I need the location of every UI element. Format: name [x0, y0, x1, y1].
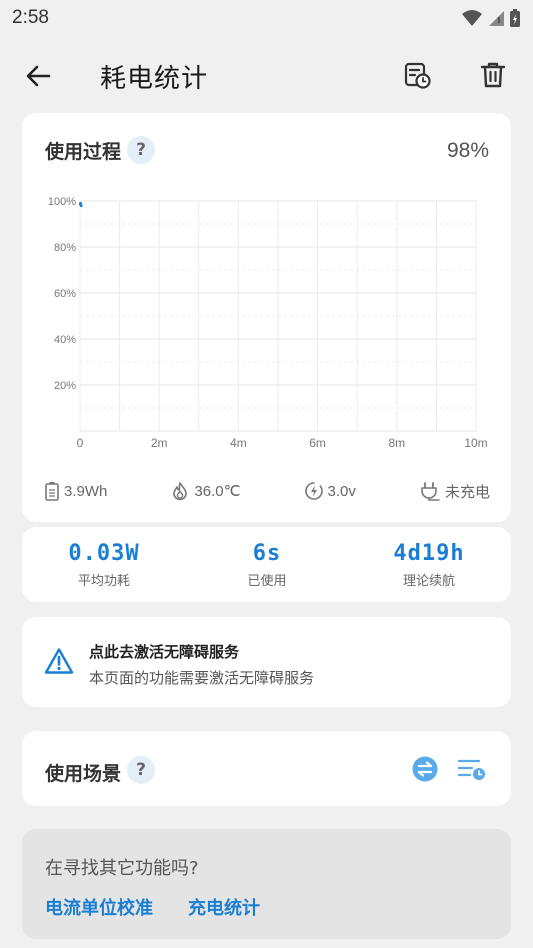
chart-y-tick-label: 60%: [54, 288, 76, 300]
find-features-title: 在寻找其它功能吗?: [45, 858, 199, 879]
stat-voltage-value: 3.0v: [327, 482, 356, 500]
metric-endurance-label: 理论续航: [402, 574, 455, 589]
chart-x-tick-label: 4m: [230, 436, 247, 450]
metric-average-power: 0.03W 平均功耗: [34, 541, 174, 589]
battery-percent: 98%: [446, 139, 489, 162]
flame-icon: [173, 482, 188, 501]
stat-energy: 3.9Wh: [44, 481, 107, 501]
status-icons: [461, 8, 521, 28]
arrow-left-icon: [26, 65, 51, 87]
voltage-icon: [304, 482, 323, 500]
status-bar: 2:58: [0, 0, 533, 36]
chart-x-tick-label: 2m: [151, 436, 168, 450]
chart-x-tick-label: 6m: [309, 436, 326, 450]
chart-y-tick-label: 40%: [54, 334, 76, 346]
swap-icon[interactable]: [412, 756, 438, 782]
battery-icon: [45, 482, 59, 501]
chart-y-tick-label: 100%: [48, 196, 76, 208]
metric-average-power-value: 0.03W: [68, 541, 140, 566]
scene-card: 使用场景 ?: [22, 731, 511, 806]
metric-used-time-value: 6s: [252, 541, 282, 566]
app-bar: 耗电统计: [0, 44, 533, 106]
accessibility-card[interactable]: 点此去激活无障碍服务 本页面的功能需要激活无障碍服务: [22, 617, 511, 707]
accessibility-description: 本页面的功能需要激活无障碍服务: [89, 669, 315, 687]
find-features-card: 在寻找其它功能吗? 电流单位校准 充电统计: [22, 829, 511, 939]
wifi-icon: [462, 10, 482, 26]
chart-y-tick-label: 20%: [54, 380, 76, 392]
stat-charging: 未充电: [419, 481, 490, 502]
stat-temperature: 36.0℃: [170, 481, 240, 501]
chart-x-tick-label: 10m: [464, 436, 487, 450]
stat-temperature-value: 36.0℃: [194, 483, 241, 500]
metrics-card: 0.03W 平均功耗 6s 已使用 4d19h 理论续航: [22, 527, 511, 602]
scene-help-button[interactable]: ?: [127, 756, 155, 784]
document-clock-icon: [404, 62, 431, 89]
stat-voltage: 3.0v: [304, 481, 356, 501]
metric-average-power-label: 平均功耗: [77, 574, 130, 589]
stat-energy-value: 3.9Wh: [64, 482, 108, 500]
charging-stats-link[interactable]: 充电统计: [188, 894, 260, 920]
list-clock-icon[interactable]: [457, 756, 487, 782]
accessibility-title: 点此去激活无障碍服务: [89, 643, 240, 661]
chart-x-tick-label: 0: [77, 436, 84, 450]
current-calibration-link[interactable]: 电流单位校准: [45, 894, 153, 920]
chart-point: [79, 204, 83, 207]
back-button[interactable]: [22, 60, 54, 92]
warning-icon: [44, 648, 74, 674]
delete-button[interactable]: [476, 58, 510, 92]
scene-title: 使用场景: [45, 763, 122, 785]
metric-endurance-value: 4d19h: [393, 541, 465, 566]
metric-used-time: 6s 已使用: [197, 541, 337, 589]
chart-y-tick-label: 80%: [54, 242, 76, 254]
chart-x-tick-label: 8m: [388, 436, 405, 450]
usage-title: 使用过程: [45, 141, 122, 163]
history-button[interactable]: [400, 58, 434, 92]
battery-charging-icon: [510, 9, 520, 27]
stat-charging-value: 未充电: [444, 483, 490, 501]
stats-row: 3.9Wh 36.0℃ 3.0v 未充电: [44, 479, 490, 503]
metric-used-time-label: 已使用: [247, 574, 287, 589]
cell-signal-icon: [489, 11, 504, 26]
usage-chart: 20% 40% 60% 80% 100% 0 2m 4m 6m 8m 10m: [48, 196, 488, 450]
usage-card: 使用过程 ? 98% 20% 40% 60% 80% 100% 0 2m 4m 6m 8m 10m …: [22, 113, 511, 522]
status-time: 2:58: [12, 7, 49, 28]
page-title: 耗电统计: [100, 64, 209, 94]
trash-icon: [480, 62, 506, 88]
usage-help-button[interactable]: ?: [127, 136, 155, 164]
metric-endurance: 4d19h 理论续航: [359, 541, 499, 589]
plug-icon: [421, 482, 440, 501]
